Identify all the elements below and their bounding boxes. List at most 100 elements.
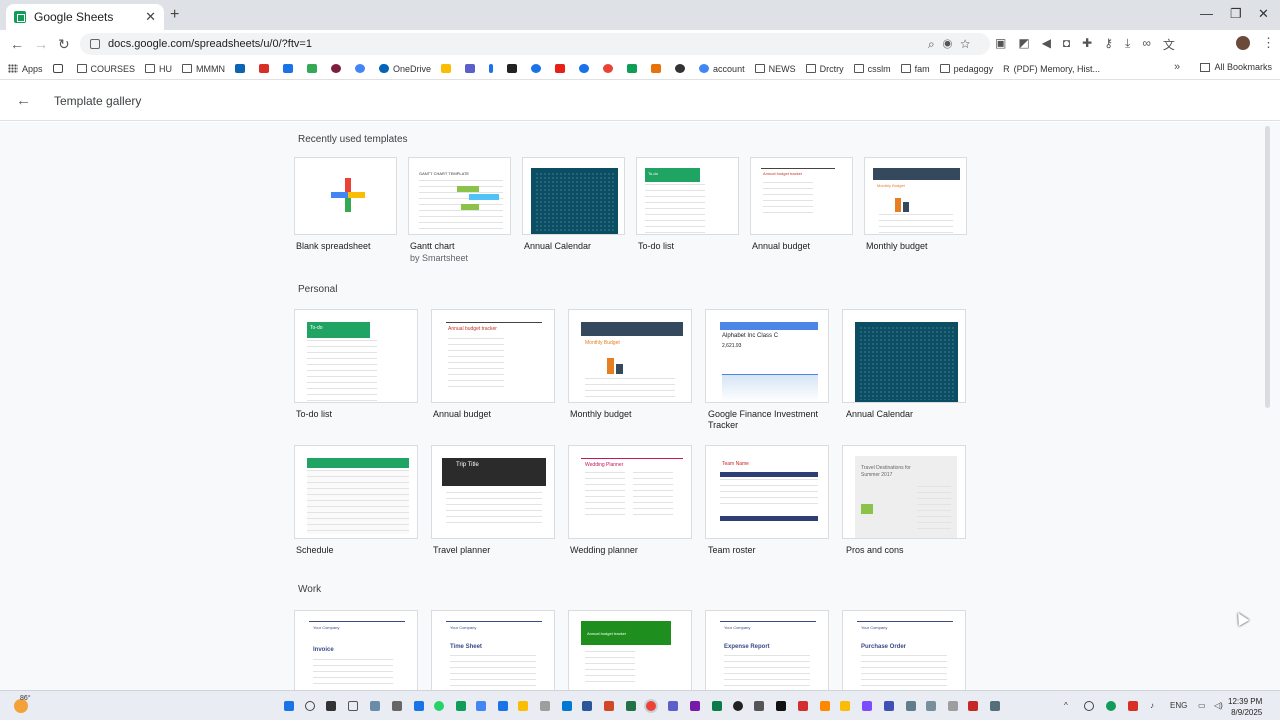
template-card-purchase-order[interactable]: Your Company Purchase Order	[842, 610, 966, 690]
template-card-blank[interactable]	[294, 157, 397, 235]
template-card-timesheet[interactable]: Your Company Time Sheet	[431, 610, 555, 690]
template-card-todo[interactable]: To-do	[636, 157, 739, 235]
template-card-monthly-budget[interactable]: Monthly Budget	[568, 309, 692, 403]
back-arrow-icon[interactable]: ←	[16, 92, 31, 109]
bookmark-google[interactable]	[355, 64, 369, 73]
bookmark-circle[interactable]	[331, 64, 345, 73]
template-card-wedding[interactable]: Wedding Planner	[568, 445, 692, 539]
tray-icon[interactable]	[1128, 701, 1138, 711]
zoom-icon[interactable]	[884, 701, 894, 711]
microphone-icon[interactable]: ♪	[1150, 701, 1154, 710]
clock[interactable]: 12:39 PM 8/9/2025	[1228, 696, 1262, 718]
bookmark-apps[interactable]: Apps	[8, 64, 43, 74]
bookmark-account[interactable]: account	[699, 64, 745, 74]
bookmark-web[interactable]	[675, 64, 689, 73]
bookmark-gmail[interactable]	[259, 64, 273, 73]
template-card-travel[interactable]: Trip Title	[431, 445, 555, 539]
bookmark-folder-courses[interactable]: COURSES	[76, 64, 135, 74]
app-icon[interactable]	[906, 701, 916, 711]
template-card-annual-calendar[interactable]	[522, 157, 625, 235]
bookmark-sparkle[interactable]	[627, 64, 641, 73]
powerpoint-icon[interactable]	[604, 701, 614, 711]
mail-icon[interactable]	[562, 701, 572, 711]
settings-icon[interactable]	[926, 701, 936, 711]
bookmark-folder-fam[interactable]: fam	[900, 64, 930, 74]
bookmark-maps[interactable]	[307, 64, 321, 73]
scrollbar[interactable]	[1265, 126, 1270, 408]
template-card-finance[interactable]: Alphabet Inc Class C 2,621.93	[705, 309, 829, 403]
bookmark-pdf[interactable]: R (PDF) Memory, Hist...	[1003, 64, 1100, 75]
bookmark-folder-mmmn[interactable]: MMMN	[182, 64, 225, 74]
network-icon[interactable]: ▭	[1198, 701, 1206, 710]
app-icon[interactable]	[754, 701, 764, 711]
bookmark-folder-news[interactable]: NEWS	[754, 64, 796, 74]
app-icon[interactable]	[733, 701, 743, 711]
profile-avatar[interactable]	[1236, 36, 1250, 50]
reload-icon[interactable]: ↻	[58, 36, 70, 53]
file-icon[interactable]	[348, 701, 358, 711]
app-icon[interactable]	[414, 701, 424, 711]
bookmark-teams[interactable]	[465, 64, 479, 73]
more-bookmarks-icon[interactable]: »	[1174, 61, 1180, 73]
bookmark-info[interactable]	[489, 64, 497, 73]
all-bookmarks[interactable]: All Bookmarks	[1200, 62, 1272, 72]
app-icon[interactable]	[968, 701, 978, 711]
template-card-monthly-budget[interactable]: Monthly Budget	[864, 157, 967, 235]
drive-icon[interactable]	[456, 701, 466, 711]
bookmark-youtube[interactable]	[555, 64, 569, 73]
template-card-pros-cons[interactable]: Travel Destinations for Summer 2017	[842, 445, 966, 539]
bookmark-grid[interactable]	[52, 64, 67, 73]
template-card-schedule[interactable]	[294, 445, 418, 539]
new-tab-icon[interactable]: +	[170, 6, 179, 24]
site-info-icon[interactable]	[90, 39, 100, 49]
acrobat-icon[interactable]	[798, 701, 808, 711]
minimize-icon[interactable]: —	[1200, 6, 1213, 21]
start-icon[interactable]	[284, 701, 294, 711]
app-icon[interactable]	[776, 701, 786, 711]
bookmark-star[interactable]	[651, 64, 665, 73]
close-window-icon[interactable]: ✕	[1258, 6, 1269, 22]
onenote-icon[interactable]	[690, 701, 700, 711]
extension-icons[interactable]: ▣ ◩ ◀ ◘ ✚ ⚷ ⤓ ∞ 文	[995, 36, 1175, 53]
whatsapp-icon[interactable]	[434, 701, 444, 711]
tray-icon[interactable]	[1106, 701, 1116, 711]
bookmark-amazon[interactable]	[507, 64, 521, 73]
app-icon[interactable]	[712, 701, 722, 711]
teams-icon[interactable]	[668, 701, 678, 711]
template-card-expense-report[interactable]: Your Company Expense Report	[705, 610, 829, 690]
bookmark-folder-drctry[interactable]: Drctry	[805, 64, 844, 74]
volume-icon[interactable]: ◁)	[1214, 701, 1223, 710]
back-icon[interactable]: ←	[10, 36, 24, 52]
bookmark-calendar[interactable]	[283, 64, 297, 73]
app-icon[interactable]	[840, 701, 850, 711]
search-icon[interactable]	[305, 701, 315, 711]
menu-icon[interactable]: ⋮	[1262, 35, 1275, 51]
camera-icon[interactable]	[948, 701, 958, 711]
app-icon[interactable]	[990, 701, 1000, 711]
tray-icon[interactable]	[1084, 701, 1094, 711]
vlc-icon[interactable]	[820, 701, 830, 711]
address-bar-icons[interactable]: ⌕◉☆	[928, 37, 978, 52]
folder-icon[interactable]	[518, 701, 528, 711]
template-card-annual-budget[interactable]: Annual budget tracker	[431, 309, 555, 403]
app-icon[interactable]	[862, 701, 872, 711]
maximize-icon[interactable]: ❐	[1230, 6, 1242, 22]
bookmark-onedrive[interactable]: OneDrive	[379, 64, 431, 74]
calculator-icon[interactable]	[392, 701, 402, 711]
bookmark-outlook[interactable]	[235, 64, 249, 73]
bookmark-cloud[interactable]	[579, 64, 593, 73]
bookmark-folder-pedagogy[interactable]: pedagogy	[939, 64, 993, 74]
template-card-todo[interactable]: To-do	[294, 309, 418, 403]
bookmark-folder-hu[interactable]: HU	[145, 64, 172, 74]
forward-icon[interactable]: →	[34, 36, 48, 52]
address-bar[interactable]: docs.google.com/spreadsheets/u/0/?ftv=1 …	[80, 33, 990, 55]
template-card-team-roster[interactable]: Team Name	[705, 445, 829, 539]
chrome-icon[interactable]	[646, 701, 656, 711]
bookmark-folder-csslm[interactable]: csslm	[853, 64, 891, 74]
template-card-annual-budget[interactable]: Annual budget tracker	[750, 157, 853, 235]
app-icon[interactable]	[370, 701, 380, 711]
drive-icon[interactable]	[476, 701, 486, 711]
browser-tab[interactable]: Google Sheets ✕	[6, 4, 164, 30]
template-card-gantt[interactable]: GANTT CHART TEMPLATE	[408, 157, 511, 235]
bookmark-chrome[interactable]	[603, 64, 617, 73]
